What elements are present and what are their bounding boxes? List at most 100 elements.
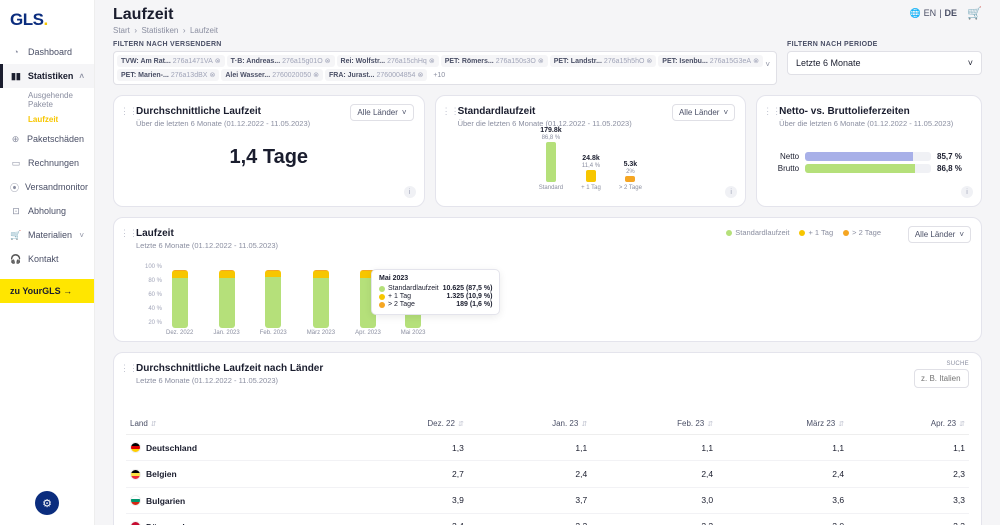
nav-item-rechnungen[interactable]: ▭Rechnungen: [0, 151, 94, 175]
sender-chip[interactable]: FRA: Jurast... 2760004854 ⊗: [325, 69, 427, 81]
period-select[interactable]: Letzte 6 Monate ˅: [787, 51, 982, 75]
logo-dot: .: [43, 10, 47, 29]
col-header[interactable]: Apr. 23⇵: [848, 413, 969, 435]
drag-handle-icon[interactable]: ⋮⋮: [120, 228, 138, 239]
table-row[interactable]: Deutschland1,31,11,11,11,1: [126, 435, 969, 461]
card-sub: Letzte 6 Monate (01.12.2022 - 11.05.2023…: [136, 376, 969, 385]
nav-item-dashboard[interactable]: ◔Dashboard: [0, 40, 94, 64]
chevron-down-icon: ˅: [959, 230, 964, 239]
chevron-down-icon: ˅: [968, 58, 973, 68]
info-icon[interactable]: i: [404, 186, 416, 198]
sender-chip[interactable]: PET: Landstr... 276a15h5hO ⊗: [550, 55, 657, 67]
sort-icon[interactable]: ⇵: [581, 421, 587, 428]
country-select[interactable]: Alle Länder ˅: [350, 104, 413, 121]
page-title: Laufzeit: [113, 6, 218, 24]
sender-chip[interactable]: PET: Isenbu... 276a15G3eA ⊗: [658, 55, 763, 67]
col-header[interactable]: Feb. 23⇵: [591, 413, 717, 435]
chip-remove-icon[interactable]: ⊗: [753, 57, 759, 65]
logo-text: GLS: [10, 10, 43, 29]
country-search-input[interactable]: [914, 369, 969, 388]
sender-chip[interactable]: Rei: Wolfstr... 276a15chHq ⊗: [337, 55, 439, 67]
nav-icon: ⊕: [10, 133, 21, 145]
flag-icon: [130, 469, 141, 480]
country-select[interactable]: Alle Länder ˅: [908, 226, 971, 243]
nav-icon: ▭: [10, 157, 22, 169]
sender-chip[interactable]: T·B: Andreas... 276a15g01O ⊗: [227, 55, 335, 67]
chart-tooltip: Mai 2023 Standardlaufzeit10.625 (87,5 %)…: [371, 269, 500, 315]
drag-handle-icon[interactable]: ⋮⋮: [763, 106, 781, 117]
filter-period-label: FILTERN NACH PERIODE: [787, 41, 982, 48]
col-header[interactable]: März 23⇵: [717, 413, 848, 435]
sort-icon[interactable]: ⇵: [707, 421, 713, 428]
month-bar[interactable]: Dez. 2022: [166, 270, 193, 336]
nav-subitem[interactable]: Laufzeit: [0, 112, 94, 127]
sort-icon[interactable]: ⇵: [151, 421, 157, 428]
nav-item-abholung[interactable]: ⊡Abholung: [0, 199, 94, 223]
card-title: Durchschnittliche Laufzeit nach Länder: [136, 363, 969, 374]
card-sub: Letzte 6 Monate (01.12.2022 - 11.05.2023…: [136, 241, 969, 250]
card-avg-laufzeit: ⋮⋮ Alle Länder ˅ Durchschnittliche Laufz…: [113, 95, 425, 207]
card-standardlaufzeit: ⋮⋮ Alle Länder ˅ Standardlaufzeit Über d…: [435, 95, 747, 207]
country-select[interactable]: Alle Länder ˅: [672, 104, 735, 121]
avg-value: 1,4 Tage: [126, 146, 412, 169]
nav-item-versandmonitor[interactable]: ⦿Versandmonitor: [0, 175, 94, 199]
chip-remove-icon[interactable]: ⊗: [417, 71, 423, 79]
nav-icon: ◔: [10, 46, 22, 58]
filter-row: FILTERN NACH VERSENDERN TVW: Am Rat... 2…: [113, 41, 982, 85]
std-bar: 5.3k2%> 2 Tage: [619, 161, 642, 191]
chip-remove-icon[interactable]: ⊗: [646, 57, 652, 65]
sender-chip-box[interactable]: TVW: Am Rat... 276a1471VA ⊗T·B: Andreas.…: [113, 51, 777, 85]
sender-chip[interactable]: PET: Römers... 276a150s3O ⊗: [441, 55, 548, 67]
sort-icon[interactable]: ⇵: [838, 421, 844, 428]
month-bar[interactable]: Feb. 2023: [260, 270, 287, 336]
language-switch[interactable]: 🌐 EN | DE: [909, 8, 957, 19]
settings-gear-button[interactable]: ⚙: [35, 491, 59, 515]
table-row[interactable]: Belgien2,72,42,42,42,3: [126, 461, 969, 487]
nav-item-statistiken[interactable]: ▮▮Statistiken˄: [0, 64, 94, 88]
chip-remove-icon[interactable]: ⊗: [429, 57, 435, 65]
drag-handle-icon[interactable]: ⋮⋮: [442, 106, 460, 117]
sender-chip[interactable]: Alei Wasser... 2760020050 ⊗: [221, 69, 323, 81]
info-icon[interactable]: i: [961, 186, 973, 198]
table-row[interactable]: Bulgarien3,93,73,03,63,3: [126, 487, 969, 513]
chip-remove-icon[interactable]: ⊗: [538, 57, 544, 65]
std-bar: 179.8k86,8 %Standard: [539, 127, 563, 191]
country-table: Land⇵Dez. 22⇵Jan. 23⇵Feb. 23⇵März 23⇵Apr…: [126, 413, 969, 525]
nb-row: Netto85,7 %: [769, 152, 969, 161]
cart-icon[interactable]: 🛒: [967, 6, 982, 20]
table-row[interactable]: Dänemark2,42,22,22,02,3: [126, 513, 969, 525]
sort-icon[interactable]: ⇵: [458, 421, 464, 428]
drag-handle-icon[interactable]: ⋮⋮: [120, 363, 138, 374]
chip-remove-icon[interactable]: ⊗: [215, 57, 221, 65]
nav-subitem[interactable]: Ausgehende Pakete: [0, 88, 94, 112]
card-country-table: ⋮⋮ Durchschnittliche Laufzeit nach Lände…: [113, 352, 982, 525]
sort-icon[interactable]: ⇵: [959, 421, 965, 428]
col-header[interactable]: Land⇵: [126, 413, 341, 435]
breadcrumb[interactable]: Start › Statistiken › Laufzeit: [113, 26, 218, 35]
sender-chip[interactable]: PET: Marien-... 276a13dBX ⊗: [117, 69, 219, 81]
nav-item-kontakt[interactable]: 🎧Kontakt: [0, 247, 94, 271]
chevron-icon: ˅: [79, 231, 84, 240]
nav-item-materialien[interactable]: 🛒Materialien˅: [0, 223, 94, 247]
chevron-down-icon[interactable]: ˅: [765, 60, 770, 69]
chip-remove-icon[interactable]: ⊗: [209, 71, 215, 79]
nav-item-paketschäden[interactable]: ⊕Paketschäden: [0, 127, 94, 151]
flag-icon: [130, 495, 141, 506]
month-bar[interactable]: März 2023: [307, 270, 335, 336]
chip-remove-icon[interactable]: ⊗: [325, 57, 331, 65]
nav-icon: 🛒: [10, 229, 22, 241]
period-value: Letzte 6 Monate: [796, 58, 861, 68]
chip-more[interactable]: +10: [429, 69, 449, 81]
sender-chip[interactable]: TVW: Am Rat... 276a1471VA ⊗: [117, 55, 225, 67]
nav-icon: ⦿: [10, 181, 19, 193]
col-header[interactable]: Dez. 22⇵: [341, 413, 468, 435]
main-content: Laufzeit Start › Statistiken › Laufzeit …: [95, 0, 1000, 525]
month-bar[interactable]: Jan. 2023: [213, 270, 239, 336]
col-header[interactable]: Jan. 23⇵: [468, 413, 591, 435]
drag-handle-icon[interactable]: ⋮⋮: [120, 106, 138, 117]
nav-icon: 🎧: [10, 253, 22, 265]
info-icon[interactable]: i: [725, 186, 737, 198]
zu-yourgls-button[interactable]: zu YourGLS →: [0, 279, 94, 303]
flag-icon: [130, 442, 141, 453]
chip-remove-icon[interactable]: ⊗: [313, 71, 319, 79]
